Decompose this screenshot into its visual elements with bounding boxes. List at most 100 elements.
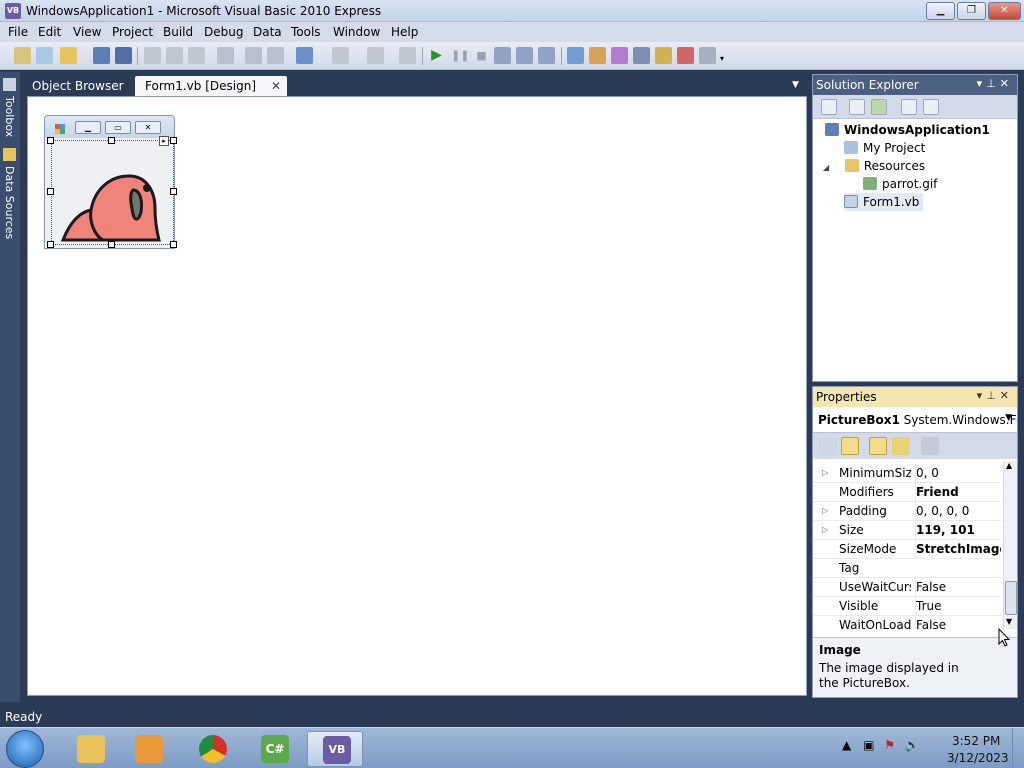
- tree-item-resources[interactable]: ◢ Resources: [823, 157, 925, 175]
- redo-icon[interactable]: [332, 47, 349, 64]
- error-list-icon[interactable]: [677, 47, 694, 64]
- scroll-up-icon[interactable]: ▲: [1006, 461, 1012, 470]
- volume-icon[interactable]: 🔈: [905, 738, 920, 752]
- paste-icon[interactable]: [188, 47, 205, 64]
- toolbox-tab[interactable]: Toolbox: [3, 96, 16, 137]
- resize-handle[interactable]: [108, 241, 115, 248]
- save-icon[interactable]: [93, 47, 110, 64]
- show-all-files-icon[interactable]: [849, 99, 865, 115]
- action-center-icon[interactable]: ⚑: [884, 738, 895, 752]
- clock-time[interactable]: 3:52 PM: [952, 734, 1000, 748]
- taskbar-media-player[interactable]: [120, 731, 176, 767]
- property-value[interactable]: 0, 0, 0, 0: [915, 502, 1001, 520]
- design-surface[interactable]: ▁ ▭ ✕ ▸: [27, 96, 807, 696]
- property-value[interactable]: 119, 101: [915, 521, 1001, 539]
- property-grid-scrollbar[interactable]: ▲ ▼: [1003, 461, 1017, 629]
- clock-date[interactable]: 3/12/2023: [947, 751, 1009, 765]
- scroll-down-icon[interactable]: ▼: [1006, 617, 1012, 626]
- property-row[interactable]: Tag: [813, 559, 1001, 578]
- show-desktop-button[interactable]: [1012, 728, 1024, 768]
- alphabetical-icon[interactable]: [841, 437, 859, 455]
- categorized-icon[interactable]: [819, 437, 837, 455]
- resize-handle[interactable]: [170, 241, 177, 248]
- resize-handle[interactable]: [47, 188, 54, 195]
- collapse-arrow-icon[interactable]: ◢: [823, 159, 835, 177]
- menu-file[interactable]: File: [8, 25, 28, 39]
- start-debugging-icon[interactable]: ▶: [428, 47, 445, 64]
- resize-handle[interactable]: [108, 137, 115, 144]
- close-panel-icon[interactable]: ✕: [1000, 389, 1013, 402]
- maximize-button[interactable]: ❐: [957, 2, 986, 20]
- tree-item-my-project[interactable]: My Project: [844, 139, 925, 157]
- property-pages-icon[interactable]: [921, 437, 939, 455]
- properties-icon[interactable]: [821, 99, 837, 115]
- smart-tag-glyph-icon[interactable]: ▸: [159, 136, 169, 146]
- tree-item-project[interactable]: WindowsApplication1: [825, 121, 990, 139]
- tab-form1-design[interactable]: Form1.vb [Design] ✕: [135, 76, 287, 96]
- taskbar-chrome[interactable]: [184, 731, 240, 767]
- add-item-icon[interactable]: [36, 47, 53, 64]
- expand-arrow-icon[interactable]: ▷: [822, 521, 828, 539]
- property-value[interactable]: StretchImage: [915, 540, 1001, 558]
- object-browser-icon[interactable]: [611, 47, 628, 64]
- property-row[interactable]: ▷ Size 119, 101: [813, 521, 1001, 540]
- resize-handle[interactable]: [170, 188, 177, 195]
- save-all-icon[interactable]: [115, 47, 132, 64]
- property-row[interactable]: ▷ MinimumSize 0, 0: [813, 464, 1001, 483]
- form1-designer[interactable]: ▁ ▭ ✕ ▸: [44, 115, 177, 249]
- refresh-icon[interactable]: [871, 99, 887, 115]
- undo-icon[interactable]: [296, 47, 313, 64]
- resize-handle[interactable]: [47, 241, 54, 248]
- property-value[interactable]: 0, 0: [915, 464, 1001, 482]
- object-selector[interactable]: PictureBox1 System.Windows.For ▼: [813, 407, 1017, 433]
- window-position-icon[interactable]: ▾: [977, 77, 987, 90]
- tree-item-parrot-gif[interactable]: parrot.gif: [863, 175, 937, 193]
- property-value[interactable]: False: [915, 578, 1001, 596]
- auto-hide-pin-icon[interactable]: ⊥: [986, 77, 1000, 90]
- data-sources-tab[interactable]: Data Sources: [3, 166, 16, 239]
- cut-icon[interactable]: [144, 47, 161, 64]
- property-value[interactable]: True: [915, 597, 1001, 615]
- menu-edit[interactable]: Edit: [38, 25, 61, 39]
- menu-data[interactable]: Data: [253, 25, 282, 39]
- open-file-icon[interactable]: [60, 47, 77, 64]
- menu-help[interactable]: Help: [391, 25, 418, 39]
- taskbar-csharp-express[interactable]: C#: [246, 731, 302, 767]
- stop-icon[interactable]: ■: [473, 47, 490, 64]
- toolbox-icon[interactable]: [633, 47, 650, 64]
- close-button[interactable]: ✕: [988, 2, 1021, 20]
- property-row[interactable]: SizeMode StretchImage: [813, 540, 1001, 559]
- menu-build[interactable]: Build: [163, 25, 193, 39]
- events-icon[interactable]: [892, 437, 910, 455]
- navigate-backward-icon[interactable]: [367, 47, 384, 64]
- show-hidden-icons-icon[interactable]: ▲: [842, 738, 851, 752]
- property-value[interactable]: False: [915, 616, 1001, 629]
- pause-icon[interactable]: ❚❚: [451, 47, 469, 64]
- resize-handle[interactable]: [47, 137, 54, 144]
- copy-icon[interactable]: [166, 47, 183, 64]
- properties-view-icon[interactable]: [869, 437, 887, 455]
- window-position-icon[interactable]: ▾: [977, 389, 987, 402]
- start-button[interactable]: [6, 730, 44, 768]
- menu-debug[interactable]: Debug: [204, 25, 243, 39]
- menu-window[interactable]: Window: [333, 25, 380, 39]
- network-icon[interactable]: ▣: [863, 738, 874, 752]
- find-icon[interactable]: [217, 47, 234, 64]
- step-over-icon[interactable]: [516, 47, 533, 64]
- toolbar-options-icon[interactable]: ▾: [720, 47, 729, 64]
- uncomment-icon[interactable]: [267, 47, 284, 64]
- navigate-forward-icon[interactable]: [399, 47, 416, 64]
- comment-icon[interactable]: [245, 47, 262, 64]
- menu-project[interactable]: Project: [112, 25, 153, 39]
- step-into-icon[interactable]: [494, 47, 511, 64]
- property-row[interactable]: WaitOnLoad False: [813, 616, 1001, 629]
- menu-view[interactable]: View: [73, 25, 101, 39]
- active-files-dropdown-icon[interactable]: ▼: [792, 80, 802, 90]
- view-code-icon[interactable]: [901, 99, 917, 115]
- auto-hide-pin-icon[interactable]: ⊥: [986, 389, 1000, 402]
- close-panel-icon[interactable]: ✕: [1000, 77, 1013, 90]
- scrollbar-thumb[interactable]: [1005, 581, 1017, 615]
- property-row[interactable]: UseWaitCursor False: [813, 578, 1001, 597]
- close-tab-icon[interactable]: ✕: [271, 79, 281, 93]
- property-row[interactable]: Visible True: [813, 597, 1001, 616]
